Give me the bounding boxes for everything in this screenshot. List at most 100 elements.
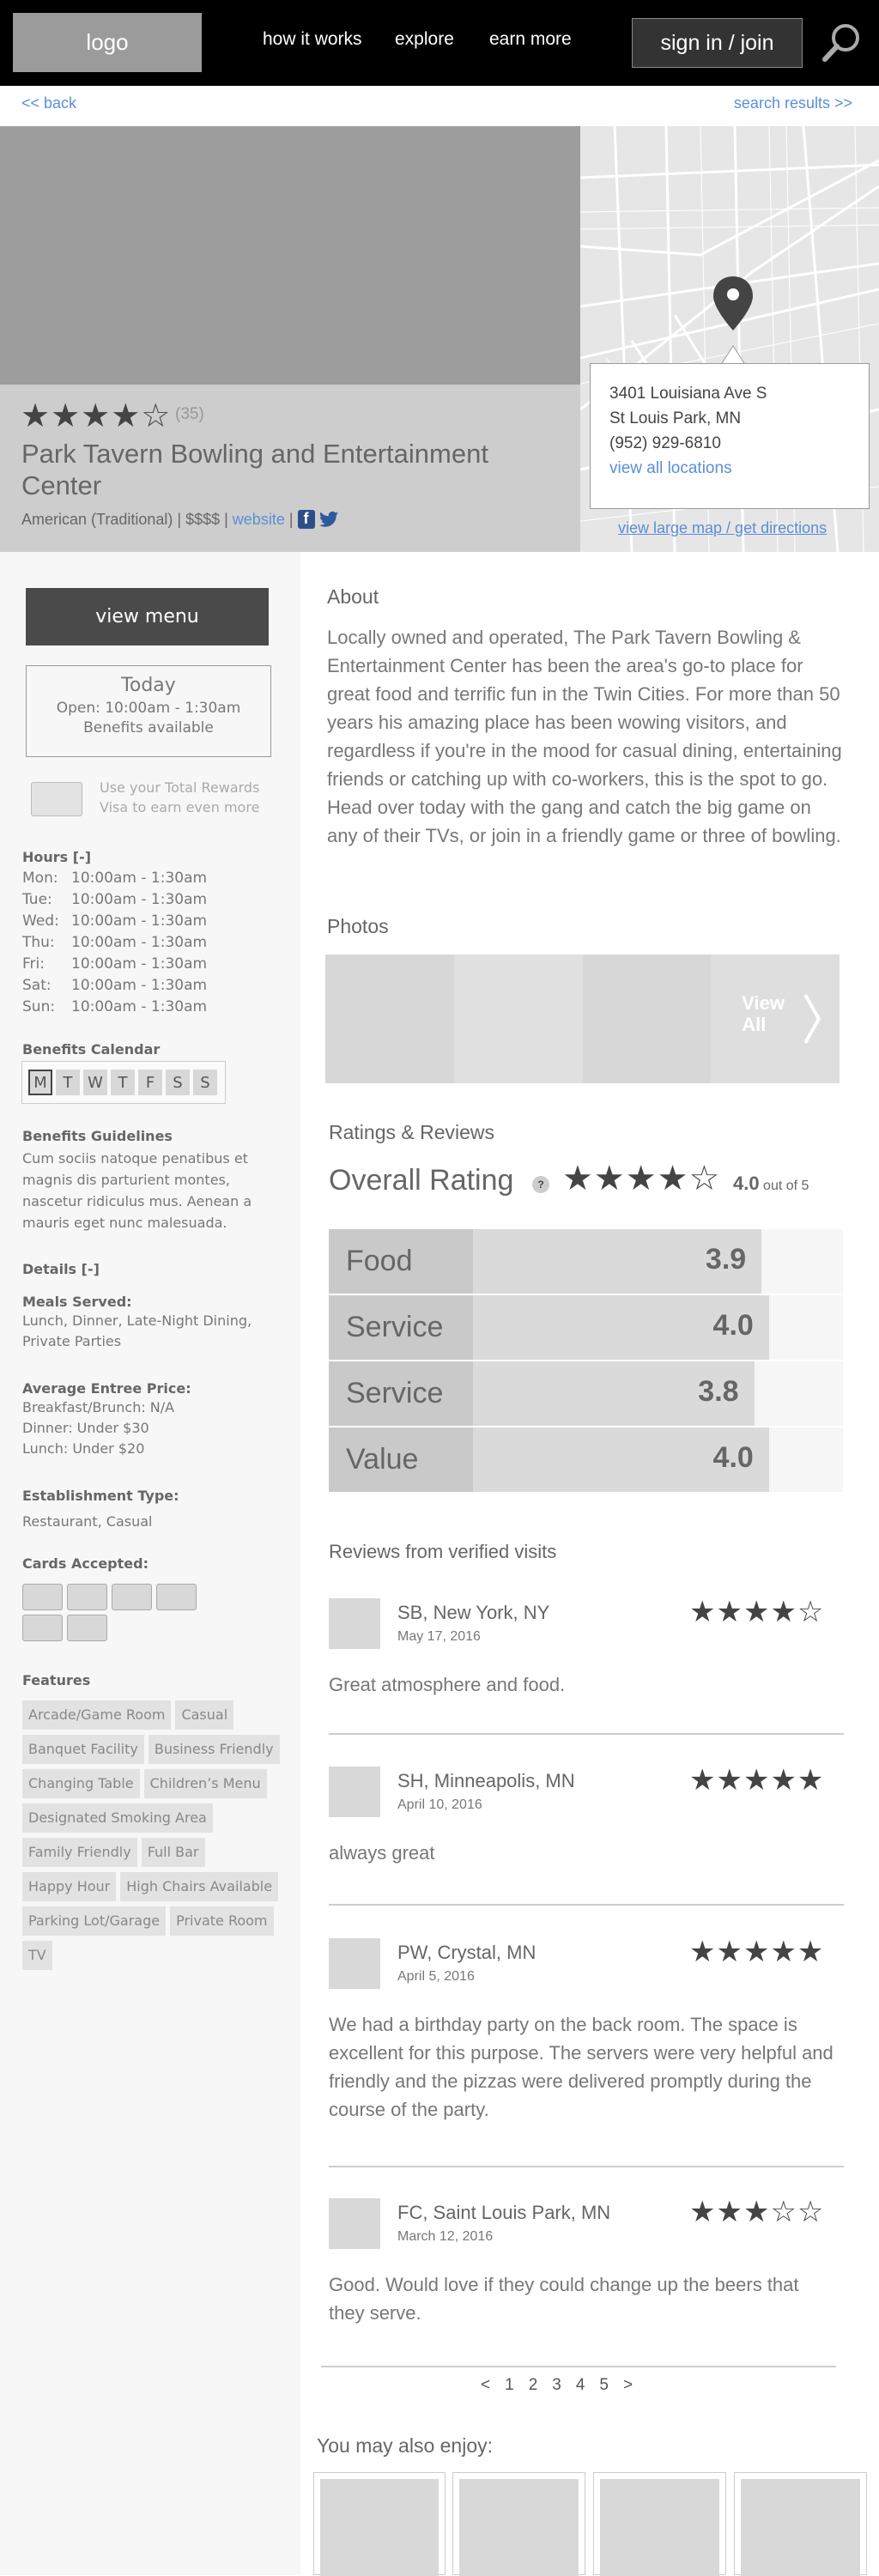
reviewer-avatar bbox=[329, 1767, 380, 1817]
rating-bar-fill: 4.0 bbox=[473, 1295, 769, 1360]
hours-day: Wed: bbox=[22, 912, 59, 930]
suggestion-card[interactable] bbox=[452, 2472, 585, 2576]
search-icon[interactable] bbox=[820, 21, 863, 64]
hours-day: Thu: bbox=[22, 934, 55, 951]
rating-bar-fill: 4.0 bbox=[473, 1427, 769, 1492]
hours-time: 10:00am - 1:30am bbox=[71, 912, 208, 930]
today-box: Today Open: 10:00am - 1:30am Benefits av… bbox=[26, 665, 271, 757]
review-stars: ★★★★☆ bbox=[689, 1596, 825, 1628]
photos-title: Photos bbox=[327, 915, 389, 937]
page-link[interactable]: 2 bbox=[529, 2376, 538, 2395]
rating-category-label: Service bbox=[329, 1295, 473, 1360]
calendar-day[interactable]: W bbox=[83, 1070, 107, 1095]
feature-tag: Family Friendly bbox=[22, 1838, 137, 1867]
rating-category-label: Food bbox=[329, 1229, 473, 1294]
hours-toggle[interactable]: Hours [-] bbox=[22, 849, 91, 865]
reviews-title: Reviews from verified visits bbox=[329, 1541, 557, 1562]
photo-thumbnail[interactable] bbox=[453, 955, 583, 1083]
page-link[interactable]: 1 bbox=[505, 2376, 514, 2395]
calendar-day[interactable]: S bbox=[166, 1070, 190, 1095]
suggestion-card[interactable] bbox=[734, 2472, 867, 2576]
reviewer-avatar bbox=[329, 1598, 380, 1649]
sign-in-join-button[interactable]: sign in / join bbox=[632, 18, 803, 68]
venue-rating-stars: ★★★★☆ bbox=[21, 398, 172, 434]
view-all-photos-button[interactable]: View All bbox=[711, 955, 840, 1083]
page-link[interactable]: 3 bbox=[552, 2376, 561, 2395]
review-divider bbox=[329, 1904, 844, 1906]
facebook-icon[interactable]: f bbox=[297, 510, 315, 529]
large-map-link[interactable]: view large map / get directions bbox=[618, 519, 827, 537]
address-line-1: 3401 Louisiana Ave S bbox=[609, 385, 767, 403]
hours-row: Wed: 10:00am - 1:30am bbox=[22, 911, 207, 932]
rating-value: 4.0 bbox=[712, 1309, 754, 1342]
photo-thumbnail[interactable] bbox=[325, 955, 454, 1083]
photo-strip: View All bbox=[325, 955, 840, 1083]
overall-suffix: out of 5 bbox=[763, 1179, 809, 1193]
about-text: Locally owned and operated, The Park Tav… bbox=[327, 627, 842, 846]
feature-tag: Parking Lot/Garage bbox=[22, 1906, 167, 1936]
category-ratings: Food 3.9 Service 4.0 Service 3.8 Value 4.0 bbox=[329, 1229, 843, 1494]
ratings-title: Ratings & Reviews bbox=[329, 1121, 495, 1143]
review-text: We had a birthday party on the back room… bbox=[329, 2014, 834, 2120]
nav-how-it-works[interactable]: how it works bbox=[263, 29, 362, 50]
establishment-type-title: Establishment Type: bbox=[22, 1488, 179, 1504]
hours-day: Mon: bbox=[22, 870, 58, 887]
establishment-type: Restaurant, Casual bbox=[22, 1513, 153, 1530]
rating-bar-fill: 3.8 bbox=[473, 1361, 755, 1426]
search-results-link[interactable]: search results >> bbox=[734, 94, 852, 112]
feature-tag: Changing Table bbox=[22, 1769, 140, 1798]
calendar-day[interactable]: S bbox=[193, 1070, 217, 1095]
review-date: April 5, 2016 bbox=[397, 1969, 475, 1984]
separator: | bbox=[288, 510, 294, 528]
entree-prices: Breakfast/Brunch: N/A Dinner: Under $30 Lu… bbox=[22, 1397, 174, 1459]
review-stars: ★★★☆☆ bbox=[689, 2196, 825, 2228]
review-text: always great bbox=[329, 1842, 435, 1864]
reviewer-name: FC, Saint Louis Park, MN bbox=[397, 2202, 611, 2223]
meals-title: Meals Served: bbox=[22, 1294, 132, 1310]
review-divider bbox=[329, 2166, 844, 2167]
twitter-icon[interactable] bbox=[318, 511, 338, 528]
overall-stars: ★★★★☆ bbox=[562, 1160, 721, 1197]
calendar-day[interactable]: M bbox=[28, 1070, 52, 1095]
suggestion-card[interactable] bbox=[313, 2472, 446, 2576]
calendar-day[interactable]: T bbox=[56, 1070, 80, 1095]
entree-price: Lunch: Under $20 bbox=[22, 1440, 145, 1457]
hours-day: Sun: bbox=[22, 998, 56, 1015]
suggestion-image bbox=[600, 2479, 719, 2576]
page-link[interactable]: 5 bbox=[599, 2376, 609, 2395]
suggestion-card[interactable] bbox=[593, 2472, 726, 2576]
chevron-right-icon bbox=[803, 994, 821, 1044]
rewards-promo[interactable]: Use your Total Rewards Visa to earn even… bbox=[100, 778, 271, 817]
photo-thumbnail[interactable] bbox=[582, 955, 712, 1083]
suggestion-image bbox=[741, 2479, 860, 2576]
review-stars: ★★★★★ bbox=[689, 1936, 825, 1968]
today-open-hours: Open: 10:00am - 1:30am bbox=[56, 700, 241, 717]
help-icon[interactable]: ? bbox=[532, 1176, 549, 1193]
calendar-day[interactable]: T bbox=[111, 1070, 135, 1095]
hours-row: Thu: 10:00am - 1:30am bbox=[22, 932, 207, 954]
page-link[interactable]: < bbox=[481, 2376, 490, 2395]
view-menu-button[interactable]: view menu bbox=[26, 588, 269, 646]
back-link[interactable]: << back bbox=[21, 94, 76, 112]
entree-price: Breakfast/Brunch: N/A bbox=[22, 1399, 175, 1415]
nav-earn-more[interactable]: earn more bbox=[489, 29, 572, 50]
rating-value: 3.9 bbox=[705, 1243, 747, 1276]
review-count[interactable]: (35) bbox=[175, 405, 204, 424]
phone-number[interactable]: (952) 929-6810 bbox=[609, 431, 850, 456]
hours-time: 10:00am - 1:30am bbox=[71, 955, 208, 973]
hours-day: Tue: bbox=[22, 891, 52, 908]
view-all-locations-link[interactable]: view all locations bbox=[609, 459, 732, 477]
overall-rating-label: Overall Rating bbox=[329, 1164, 514, 1197]
page-link[interactable]: > bbox=[623, 2376, 633, 2395]
calendar-day[interactable]: F bbox=[138, 1070, 162, 1095]
hours-list: Mon: 10:00am - 1:30am Tue: 10:00am - 1:30am… bbox=[22, 868, 207, 1018]
card-logo bbox=[156, 1584, 197, 1610]
feature-tag: Happy Hour bbox=[22, 1872, 117, 1901]
logo[interactable]: logo bbox=[13, 13, 202, 72]
hours-row: Mon: 10:00am - 1:30am bbox=[22, 868, 207, 889]
details-toggle[interactable]: Details [-] bbox=[22, 1261, 100, 1277]
features-list: Arcade/Game Room Casual Banquet Facility Bu… bbox=[22, 1700, 295, 1970]
website-link[interactable]: website bbox=[233, 511, 285, 529]
nav-explore[interactable]: explore bbox=[395, 29, 454, 50]
page-link[interactable]: 4 bbox=[576, 2376, 585, 2395]
